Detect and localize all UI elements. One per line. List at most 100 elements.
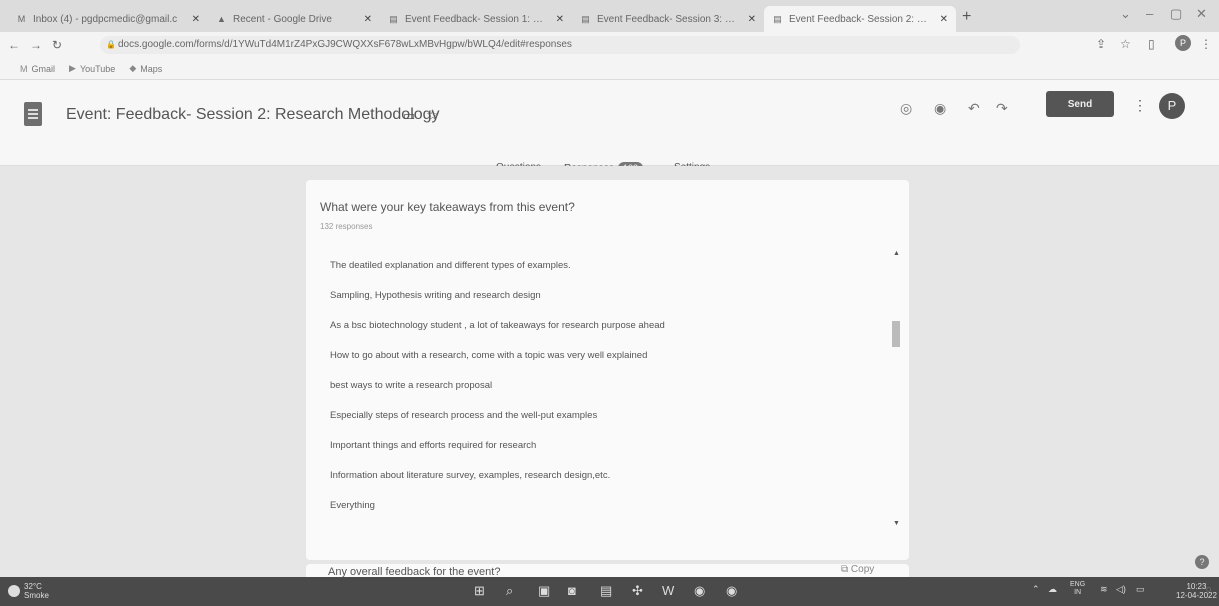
scroll-down-arrow-icon[interactable]: ▼: [893, 520, 900, 527]
weather-temp: 32°C: [24, 582, 42, 591]
bookmark-label: YouTube: [79, 63, 116, 74]
forms-icon: ▤: [389, 13, 398, 24]
maps-icon: ◆: [129, 63, 137, 73]
question-summary-card: What were your key takeaways from this e…: [306, 180, 909, 560]
weather-widget[interactable]: 32°C Smoke: [24, 582, 49, 600]
question-title-2: Any overall feedback for the event?: [328, 566, 501, 577]
bookmarks-bar: M Gmail ▶ YouTube ◆ Maps: [0, 58, 1219, 80]
list-item: Sampling, Hypothesis writing and researc…: [330, 290, 541, 301]
bookmark-maps[interactable]: ◆ Maps: [129, 63, 162, 74]
browser-tab-drive[interactable]: ▲ Recent - Google Drive ✕: [208, 6, 380, 32]
drive-icon: ▲: [217, 13, 226, 24]
tab-label: Event Feedback- Session 3: Rese: [597, 13, 742, 25]
browser-tab-gmail[interactable]: M Inbox (4) - pgdpcmedic@gmail.c ✕: [8, 6, 208, 32]
list-item: Information about literature survey, exa…: [330, 470, 611, 481]
url-field[interactable]: 🔒 docs.google.com/forms/d/1YWuTd4M1rZ4Px…: [100, 36, 1020, 54]
list-item: As a bsc biotechnology student , a lot o…: [330, 320, 665, 331]
preview-eye-icon[interactable]: ◉: [934, 100, 946, 117]
page-title[interactable]: Event: Feedback- Session 2: Research Met…: [66, 106, 440, 124]
browser-tab-session-2[interactable]: ▤ Event Feedback- Session 2: Rese ✕: [764, 6, 956, 32]
response-list[interactable]: The deatiled explanation and different t…: [320, 250, 900, 540]
minimize-icon[interactable]: –: [1146, 6, 1153, 21]
forms-icon: ▤: [581, 13, 590, 24]
bookmark-gmail[interactable]: M Gmail: [20, 64, 55, 74]
youtube-icon: ▶: [69, 63, 76, 73]
weather-icon[interactable]: [8, 585, 20, 597]
volume-icon[interactable]: ◁): [1116, 584, 1126, 595]
start-windows-icon[interactable]: ⊞: [474, 583, 485, 599]
bookmark-youtube[interactable]: ▶ YouTube: [69, 63, 115, 74]
lock-icon: 🔒: [106, 40, 116, 49]
bookmark-label: Gmail: [31, 63, 56, 74]
battery-icon[interactable]: ▭: [1136, 584, 1145, 595]
forms-icon: ▤: [773, 13, 782, 24]
folder-icon[interactable]: ▭: [403, 108, 415, 124]
response-count: 132 responses: [320, 222, 373, 231]
bookmark-label: Maps: [140, 63, 163, 74]
list-item: Important things and efforts required fo…: [330, 440, 537, 451]
scroll-up-arrow-icon[interactable]: ▲: [893, 250, 900, 257]
browser-tab-session-3[interactable]: ▤ Event Feedback- Session 3: Rese ✕: [572, 6, 764, 32]
responses-content: What were your key takeaways from this e…: [0, 166, 1219, 577]
list-item: How to go about with a research, come wi…: [330, 350, 648, 361]
chevron-down-icon[interactable]: ⌄: [1120, 6, 1131, 22]
chevron-up-icon[interactable]: ⌃: [1032, 584, 1040, 595]
new-tab-button[interactable]: +: [962, 8, 971, 26]
forward-arrow-icon[interactable]: →: [30, 38, 42, 52]
send-button[interactable]: Send: [1046, 91, 1114, 117]
lang-code: ENG: [1070, 581, 1086, 588]
chrome-icon[interactable]: ◉: [694, 583, 705, 599]
copy-label: Copy: [850, 564, 875, 575]
search-icon[interactable]: ⌕: [506, 583, 513, 599]
copy-button[interactable]: ⧉ Copy: [841, 564, 874, 575]
list-item: The deatiled explanation and different t…: [330, 260, 571, 271]
scrollbar-thumb[interactable]: [892, 321, 900, 347]
avatar[interactable]: P: [1159, 93, 1185, 119]
task-view-icon[interactable]: ▣: [538, 583, 550, 599]
close-icon[interactable]: ✕: [556, 14, 564, 25]
more-options-icon[interactable]: ⋮: [1133, 97, 1147, 114]
close-icon[interactable]: ✕: [192, 14, 200, 25]
gmail-icon: M: [17, 13, 26, 24]
list-item: Especially steps of research process and…: [330, 410, 598, 421]
undo-icon[interactable]: ↶: [968, 100, 980, 117]
tab-label: Recent - Google Drive: [233, 13, 332, 25]
weather-condition: Smoke: [24, 591, 49, 600]
help-icon[interactable]: ?: [1195, 555, 1209, 569]
extension-icon[interactable]: ▯: [1148, 37, 1155, 51]
palette-icon[interactable]: ◎: [900, 100, 912, 117]
chrome-active-icon[interactable]: ◉: [726, 583, 737, 599]
os-taskbar: 32°C Smoke ⊞ ⌕ ▣ ◙ ▤ ✣ W ◉ ◉ ⌃ ☁ ENG IN …: [0, 577, 1219, 606]
wifi-icon[interactable]: ≋: [1100, 584, 1108, 595]
close-window-icon[interactable]: ✕: [1196, 6, 1207, 22]
gmail-icon: M: [20, 63, 28, 74]
file-explorer-icon[interactable]: ▤: [600, 583, 612, 599]
camera-icon[interactable]: ◙: [568, 583, 576, 598]
question-title: What were your key takeaways from this e…: [320, 200, 575, 214]
reload-icon[interactable]: ↻: [52, 38, 62, 52]
back-arrow-icon[interactable]: ←: [8, 38, 20, 52]
share-icon[interactable]: ⇪: [1096, 37, 1106, 51]
bookmark-star-icon[interactable]: ☆: [1120, 37, 1131, 51]
notifications-icon[interactable]: ◌: [1206, 584, 1211, 594]
list-item: best ways to write a research proposal: [330, 380, 493, 391]
redo-icon[interactable]: ↷: [996, 100, 1008, 117]
browser-menu-icon[interactable]: ⋮: [1200, 37, 1212, 51]
browser-tab-session-1[interactable]: ▤ Event Feedback- Session 1: Rese ✕: [380, 6, 572, 32]
maximize-icon[interactable]: ▢: [1170, 6, 1182, 22]
close-icon[interactable]: ✕: [364, 14, 372, 25]
language-indicator[interactable]: ENG IN: [1070, 581, 1085, 597]
tab-label: Event Feedback- Session 1: Rese: [405, 13, 550, 25]
tab-label: Event Feedback- Session 2: Rese: [789, 13, 934, 25]
forms-logo-icon[interactable]: [24, 102, 42, 126]
star-icon[interactable]: ☆: [426, 106, 439, 124]
app-icon[interactable]: ✣: [632, 583, 643, 599]
browser-profile-avatar[interactable]: P: [1175, 35, 1191, 51]
cloud-icon[interactable]: ☁: [1048, 584, 1057, 595]
close-icon[interactable]: ✕: [940, 14, 948, 25]
url-text: docs.google.com/forms/d/1YWuTd4M1rZ4PxGJ…: [118, 39, 572, 50]
close-icon[interactable]: ✕: [748, 14, 756, 25]
copy-icon: ⧉: [841, 564, 851, 575]
word-icon[interactable]: W: [662, 583, 674, 598]
list-item: Everything: [330, 500, 375, 511]
